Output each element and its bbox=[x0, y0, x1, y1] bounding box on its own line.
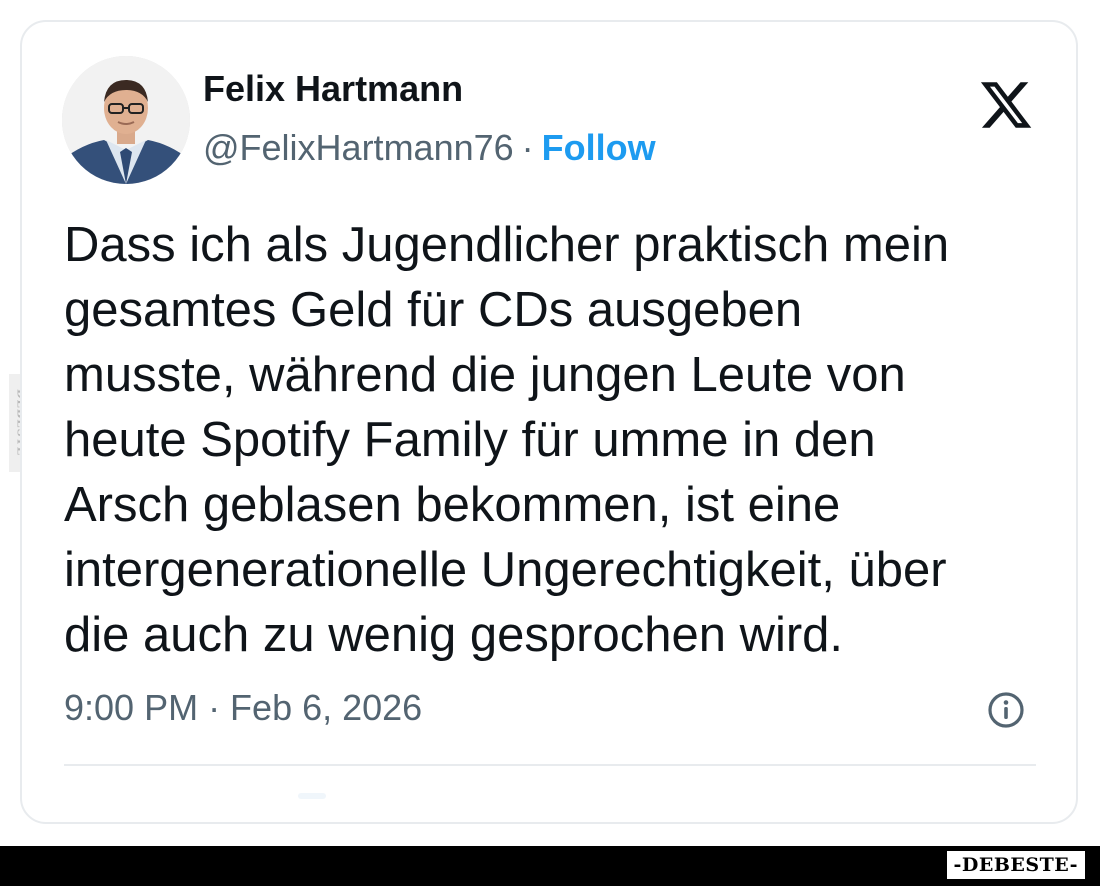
watermark-logo: -DEBESTE- bbox=[946, 851, 1085, 879]
author-name[interactable]: Felix Hartmann bbox=[203, 67, 463, 110]
divider bbox=[64, 764, 1036, 766]
bottom-action-hint bbox=[298, 793, 326, 799]
x-logo-icon[interactable] bbox=[978, 77, 1034, 133]
tweet-timestamp[interactable]: 9:00 PM · Feb 6, 2026 bbox=[64, 686, 422, 729]
separator-dot: · bbox=[521, 127, 534, 168]
tweet-text: Dass ich als Jugendlicher praktisch mein… bbox=[64, 218, 950, 662]
page: DEBESTE Felix Hartmann @FelixHartmann76·… bbox=[0, 0, 1100, 886]
info-icon[interactable] bbox=[986, 690, 1026, 730]
bottom-bar: -DEBESTE- bbox=[0, 846, 1100, 886]
author-handle[interactable]: @FelixHartmann76 bbox=[203, 127, 514, 168]
tweet-card: Felix Hartmann @FelixHartmann76 · Follow D… bbox=[20, 20, 1078, 824]
handle-row: @FelixHartmann76 · Follow bbox=[203, 126, 656, 169]
avatar[interactable] bbox=[62, 56, 190, 184]
avatar-image bbox=[62, 56, 190, 184]
follow-button[interactable]: Follow bbox=[542, 127, 656, 168]
